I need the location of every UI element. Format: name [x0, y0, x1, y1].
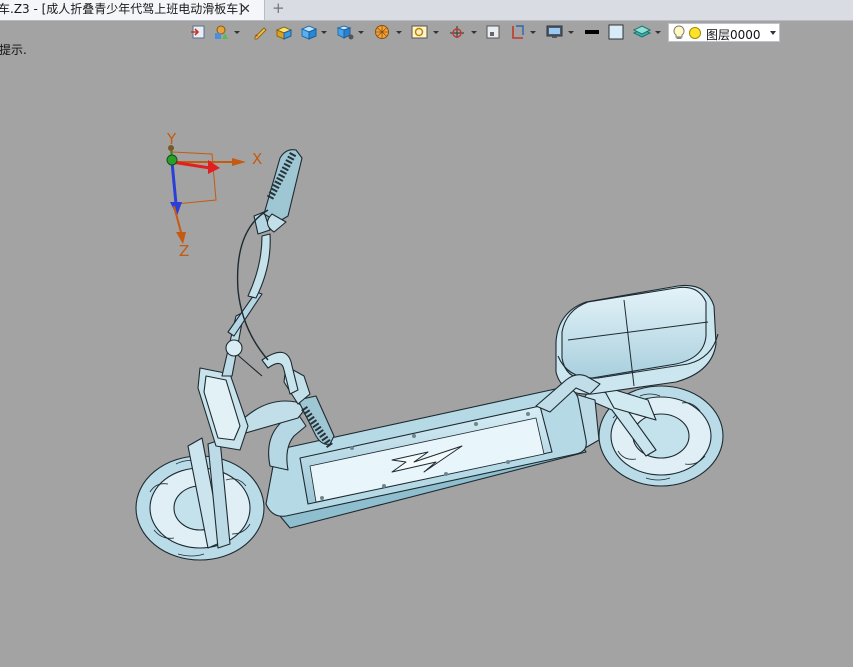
axis-label-x: X — [252, 150, 263, 168]
section-icon[interactable] — [510, 24, 526, 42]
layer-select[interactable]: 图层0000 — [668, 23, 780, 42]
view-cube-icon[interactable] — [300, 24, 318, 42]
tab-bar: 车.Z3 - [成人折叠青少年代驾上班电动滑板车] ✕ + — [0, 0, 853, 21]
axis-triad-icon[interactable] — [448, 24, 466, 42]
chevron-down-icon[interactable] — [770, 31, 776, 35]
close-icon[interactable]: ✕ — [240, 0, 251, 19]
document-tab[interactable]: 车.Z3 - [成人折叠青少年代驾上班电动滑板车] ✕ — [0, 0, 265, 20]
axis-label-z: Z — [179, 242, 190, 260]
layer-color-dot — [689, 27, 701, 39]
zoom-fit-icon[interactable] — [411, 24, 429, 42]
plus-icon[interactable]: + — [272, 0, 285, 17]
axis-label-y: Y — [167, 130, 177, 148]
open-file-icon[interactable] — [190, 24, 206, 42]
solid-block-icon[interactable] — [275, 24, 293, 42]
display-icon[interactable] — [546, 24, 564, 42]
scooter-model — [135, 145, 724, 561]
lightbulb-icon — [672, 25, 686, 45]
edit-pencil-icon[interactable] — [252, 24, 268, 42]
view-orientation-icon[interactable] — [336, 24, 354, 42]
line-color-icon[interactable] — [584, 24, 600, 42]
document-tab-title: 车.Z3 - [成人折叠青少年代驾上班电动滑板车] — [0, 2, 243, 16]
layer-select-value: 图层0000 — [706, 28, 761, 42]
fill-color-icon[interactable] — [607, 24, 625, 42]
layer-toggle-icon[interactable] — [632, 24, 652, 42]
render-mode-icon[interactable] — [373, 24, 391, 42]
axis-triad — [166, 145, 246, 244]
3d-viewport[interactable]: Y X Z — [0, 46, 853, 663]
shape-tools-icon[interactable] — [212, 24, 230, 42]
sketch-plane-icon[interactable] — [485, 24, 501, 42]
